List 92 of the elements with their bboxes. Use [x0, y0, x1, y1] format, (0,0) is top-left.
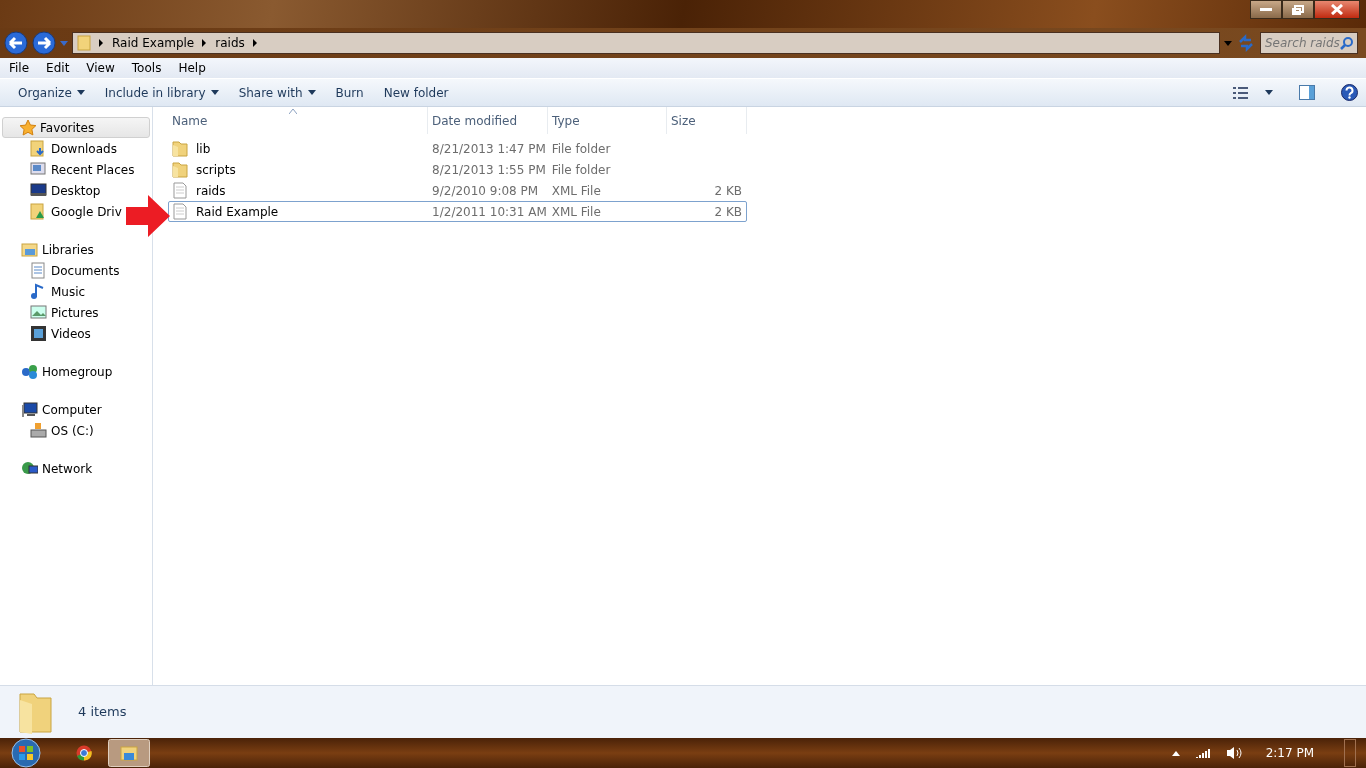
sidebar-item[interactable]: Google Driv [0, 201, 122, 222]
folder-icon [77, 35, 91, 51]
drive-folder-icon [30, 203, 47, 220]
breadcrumb-item[interactable]: Raid Example [112, 34, 195, 52]
sidebar-item[interactable]: Network [2, 458, 150, 479]
type-cell-text: XML File [550, 182, 602, 200]
menu-item[interactable]: View [86, 59, 115, 77]
date-cell-text: 1/2/2011 10:31 AM [431, 203, 548, 221]
toolbar-button[interactable]: Organize [8, 83, 95, 102]
minimize-icon [1260, 7, 1272, 12]
speaker-icon[interactable] [1225, 746, 1242, 760]
file-name[interactable]: lib [196, 139, 211, 158]
preview-pane-icon[interactable] [1299, 85, 1315, 100]
file-row[interactable]: scripts 8/21/2013 1:55 PM File folder [168, 159, 747, 180]
sidebar-item[interactable]: Computer [2, 399, 150, 420]
maximize-button[interactable] [1282, 0, 1314, 19]
sidebar-item[interactable]: Videos [0, 323, 91, 344]
star-icon [19, 119, 36, 136]
toolbar-button[interactable]: New folder [373, 83, 459, 102]
sidebar-item[interactable]: Pictures [0, 302, 99, 323]
menu-item[interactable]: File [9, 59, 30, 77]
search-field[interactable]: Search raids [1260, 32, 1358, 54]
signal-icon[interactable] [1195, 747, 1210, 759]
type-cell-text: XML File [550, 203, 602, 221]
sidebar-item[interactable]: Homegroup [2, 361, 150, 382]
file-name[interactable]: Raid Example [196, 202, 279, 221]
menu-item[interactable]: Tools [131, 59, 162, 77]
selected-file-row[interactable]: Raid Example 1/2/2011 10:31 AM XML File 2 KB [168, 201, 747, 222]
sidebar-item[interactable]: Recent Places [0, 159, 135, 180]
column-header[interactable]: Size [667, 107, 747, 134]
column-header[interactable]: Name [168, 107, 428, 134]
downloads-folder-icon [30, 140, 47, 157]
file-row[interactable]: lib 8/21/2013 1:47 PM File folder [168, 138, 747, 159]
pointer-arrow [126, 195, 170, 237]
folder-icon [172, 140, 188, 157]
browser-taskbar-icon[interactable] [76, 745, 92, 761]
sidebar-item[interactable]: Downloads [0, 138, 117, 159]
size-cell: 2 KB [714, 204, 742, 219]
item-count: 4 items [78, 703, 127, 722]
recent-places-icon [30, 161, 47, 178]
sidebar-item[interactable]: Libraries [2, 239, 150, 260]
document-icon [172, 182, 188, 199]
chevron-icon[interactable] [252, 39, 258, 47]
address-field[interactable]: Raid Example raids [72, 32, 1220, 54]
view-options-icon[interactable] [1233, 86, 1249, 99]
sidebar-item[interactable]: Desktop [0, 180, 101, 201]
date-cell-text: 8/21/2013 1:47 PM [431, 140, 547, 158]
caret-icon[interactable] [1265, 90, 1273, 95]
globe-icon [21, 460, 38, 477]
help-icon[interactable] [1341, 84, 1358, 101]
document-icon [172, 203, 188, 220]
forward-icon[interactable] [32, 31, 56, 55]
column-header[interactable]: Type [548, 107, 667, 134]
computer-icon [21, 401, 38, 418]
clock[interactable]: 2:17 PM [1265, 744, 1314, 762]
hard-drive-icon [30, 422, 47, 439]
close-button[interactable] [1314, 0, 1360, 19]
homegroup-icon [21, 363, 38, 380]
column-header[interactable]: Date modified [428, 107, 548, 134]
file-name[interactable]: scripts [196, 160, 236, 179]
picture-icon [30, 304, 47, 321]
show-desktop-button[interactable] [1344, 739, 1356, 767]
chevron-icon[interactable] [202, 39, 208, 47]
file-row[interactable]: raids 9/2/2010 9:08 PM XML File 2 KB [168, 180, 747, 201]
toolbar-button[interactable]: Share with [228, 83, 326, 102]
date-cell-text: 9/2/2010 9:08 PM [431, 182, 540, 200]
chevron-icon[interactable] [99, 39, 104, 47]
film-icon [30, 325, 47, 342]
menu-item[interactable]: Edit [46, 59, 70, 77]
sidebar-item[interactable]: OS (C:) [0, 420, 94, 441]
document-icon [30, 262, 47, 279]
folder-icon [172, 161, 188, 178]
breadcrumb-item[interactable]: raids [215, 34, 245, 52]
desktop-icon [30, 182, 47, 199]
menu-item[interactable]: Help [178, 59, 206, 77]
restore-icon [1292, 4, 1304, 15]
minimize-button[interactable] [1250, 0, 1282, 19]
library-icon [21, 241, 38, 258]
size-cell: 2 KB [714, 183, 742, 198]
show-hidden-icons-icon[interactable] [1171, 750, 1180, 756]
type-cell-text: File folder [550, 140, 612, 158]
toolbar-button[interactable]: Burn [325, 83, 374, 102]
back-icon[interactable] [4, 31, 28, 55]
sidebar-item[interactable]: Documents [0, 260, 120, 281]
sidebar-item[interactable]: Favorites [2, 117, 150, 138]
date-cell-text: 8/21/2013 1:55 PM [431, 161, 547, 179]
toolbar-button[interactable]: Include in library [94, 83, 229, 102]
folder-icon [18, 690, 54, 734]
file-name[interactable]: raids [196, 181, 226, 200]
sidebar-item[interactable]: Music [0, 281, 86, 302]
close-icon [1331, 4, 1343, 15]
type-cell-text: File folder [550, 161, 612, 179]
